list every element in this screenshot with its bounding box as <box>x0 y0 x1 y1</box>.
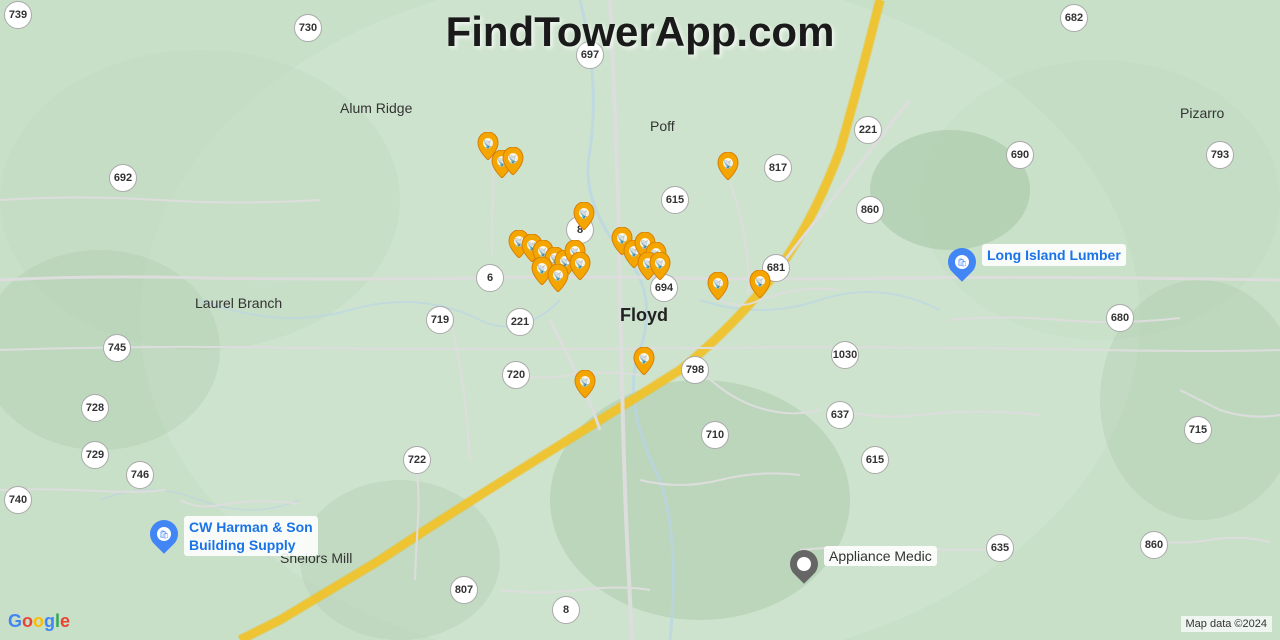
page-title: FindTowerApp.com <box>446 8 835 56</box>
road-label-r221a: 221 <box>854 116 882 144</box>
road-label-r860b: 860 <box>1140 531 1168 559</box>
road-label-r729: 729 <box>81 441 109 469</box>
road-label-r728: 728 <box>81 394 109 422</box>
road-label-r8b: 8 <box>552 596 580 624</box>
road-label-r615a: 615 <box>661 186 689 214</box>
road-label-r746: 746 <box>126 461 154 489</box>
svg-text:📡: 📡 <box>553 271 563 281</box>
tower-marker-t3[interactable]: 📡 <box>501 147 525 175</box>
svg-text:📡: 📡 <box>755 277 765 287</box>
road-label-r817: 817 <box>764 154 792 182</box>
road-label-r739: 739 <box>4 1 32 29</box>
svg-text:📡: 📡 <box>580 377 590 387</box>
road-label-r6xx: 6 <box>476 264 504 292</box>
svg-text:📡: 📡 <box>579 209 589 219</box>
svg-text:📡: 📡 <box>655 259 665 269</box>
tower-marker-t21[interactable]: 📡 <box>706 272 730 300</box>
place-label-alum-ridge: Alum Ridge <box>340 100 412 116</box>
google-logo: Google <box>8 611 70 632</box>
road-label-r793: 793 <box>1206 141 1234 169</box>
road-label-r637: 637 <box>826 401 854 429</box>
svg-text:📡: 📡 <box>639 354 649 364</box>
road-label-r690: 690 <box>1006 141 1034 169</box>
road-label-r798: 798 <box>681 356 709 384</box>
business-marker-long-island-lumber[interactable]: 🛍 Long Island Lumber <box>948 248 976 276</box>
road-label-r807: 807 <box>450 576 478 604</box>
road-label-r710: 710 <box>701 421 729 449</box>
svg-text:📡: 📡 <box>713 279 723 289</box>
road-label-r1030: 1030 <box>831 341 859 369</box>
road-label-r682: 682 <box>1060 4 1088 32</box>
road-label-r719: 719 <box>426 306 454 334</box>
svg-text:📡: 📡 <box>508 154 518 164</box>
road-label-r680: 680 <box>1106 304 1134 332</box>
tower-marker-t22[interactable]: 📡 <box>748 270 772 298</box>
tower-marker-t13[interactable]: 📡 <box>568 252 592 280</box>
road-label-r692: 692 <box>109 164 137 192</box>
business-marker-appliance-medic[interactable]: Appliance Medic <box>790 550 818 578</box>
tower-marker-t14[interactable]: 📡 <box>546 264 570 292</box>
tower-marker-t5[interactable]: 📡 <box>716 152 740 180</box>
tower-marker-t24[interactable]: 📡 <box>573 370 597 398</box>
place-label-poff: Poff <box>650 118 675 134</box>
road-label-r722: 722 <box>403 446 431 474</box>
place-label-laurel-branch: Laurel Branch <box>195 295 282 311</box>
svg-text:📡: 📡 <box>723 159 733 169</box>
tower-marker-t20[interactable]: 📡 <box>648 252 672 280</box>
road-label-r720: 720 <box>502 361 530 389</box>
place-label-pizarro: Pizarro <box>1180 105 1224 121</box>
map-attribution: Map data ©2024 <box>1181 616 1273 632</box>
svg-text:📡: 📡 <box>483 139 493 149</box>
road-label-r730: 730 <box>294 14 322 42</box>
business-marker-cw-harman[interactable]: 🛍 CW Harman & SonBuilding Supply <box>150 520 178 548</box>
road-label-r635: 635 <box>986 534 1014 562</box>
road-label-r715: 715 <box>1184 416 1212 444</box>
road-label-r860a: 860 <box>856 196 884 224</box>
tower-marker-t23[interactable]: 📡 <box>632 347 656 375</box>
tower-marker-t4[interactable]: 📡 <box>572 202 596 230</box>
road-label-r615b: 615 <box>861 446 889 474</box>
road-label-r221b: 221 <box>506 308 534 336</box>
road-label-r745: 745 <box>103 334 131 362</box>
road-label-r740: 740 <box>4 486 32 514</box>
place-label-floyd: Floyd <box>620 305 668 326</box>
map-container: FindTowerApp.com 73973069768269261581722… <box>0 0 1280 640</box>
svg-text:📡: 📡 <box>575 259 585 269</box>
